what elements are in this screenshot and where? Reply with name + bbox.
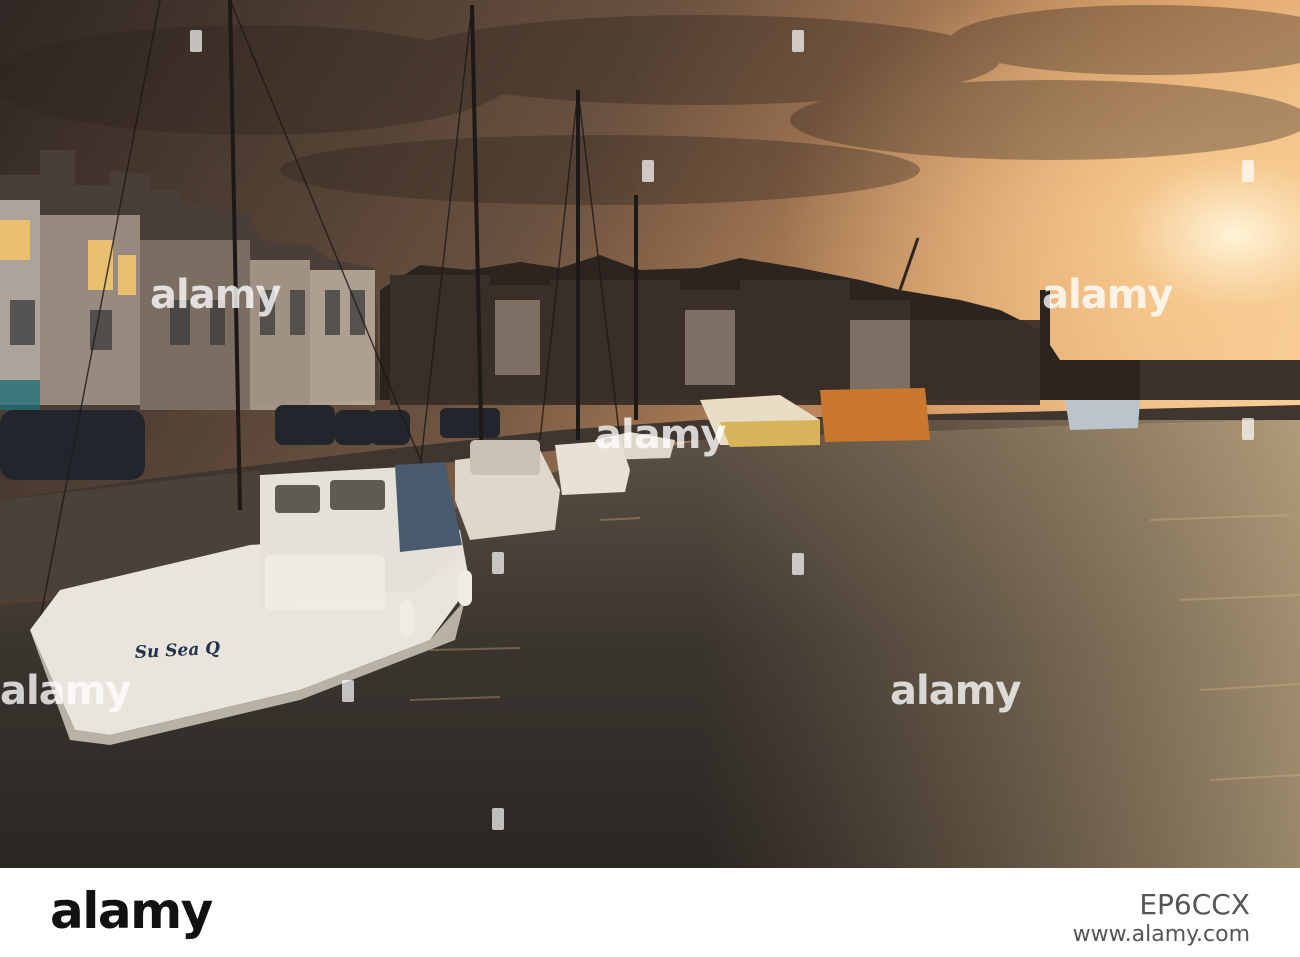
harbour-photo: Su Sea Q alamy alamy alamy alamy alamy xyxy=(0,0,1300,868)
watermark-mark xyxy=(492,808,504,830)
watermark-mark xyxy=(1242,160,1254,182)
watermark-mark xyxy=(342,680,354,702)
watermark-text: alamy xyxy=(890,668,1021,714)
watermark-mark xyxy=(190,30,202,52)
watermark-text: alamy xyxy=(595,412,726,458)
image-id: EP6CCX xyxy=(1139,888,1250,921)
watermark-mark xyxy=(1242,418,1254,440)
watermark-text: alamy xyxy=(1042,272,1173,318)
watermark-mark xyxy=(492,552,504,574)
watermark-mark xyxy=(792,553,804,575)
water-glint xyxy=(700,420,1300,868)
watermark-text: alamy xyxy=(0,668,131,714)
watermark-mark xyxy=(792,30,804,52)
watermark-text: alamy xyxy=(150,272,281,318)
stock-footer: alamy EP6CCX www.alamy.com xyxy=(0,868,1300,957)
site-url: www.alamy.com xyxy=(1072,922,1250,947)
watermark-mark xyxy=(642,160,654,182)
alamy-logo: alamy xyxy=(50,882,213,940)
